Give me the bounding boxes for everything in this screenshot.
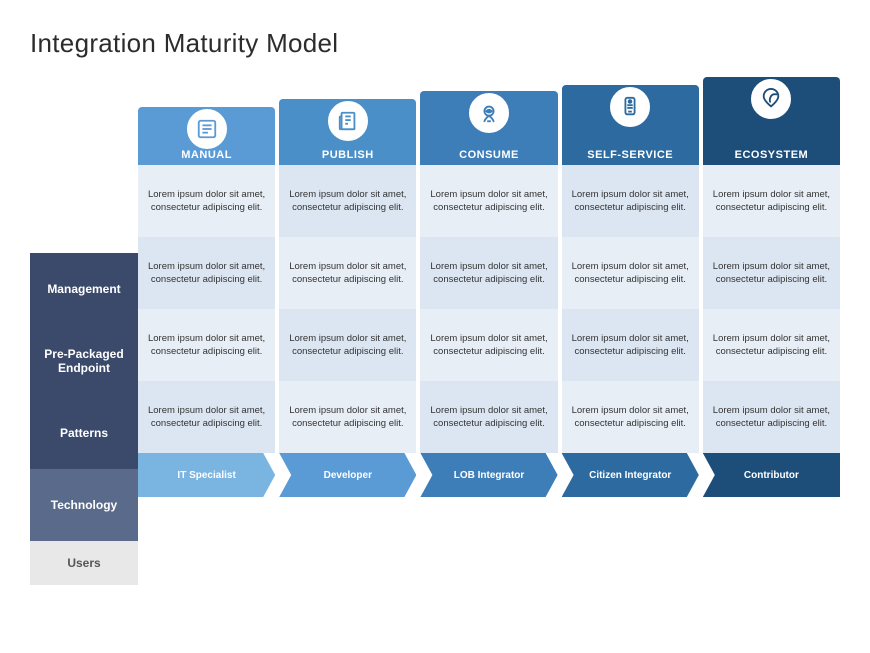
cell-management-selfservice: Lorem ipsum dolor sit amet, consectetur … [562, 165, 699, 237]
row-label-patterns: Patterns [30, 397, 138, 469]
main-content: Management Pre-Packaged Endpoint Pattern… [30, 77, 840, 585]
cell-technology-publish: Lorem ipsum dolor sit amet, consectetur … [279, 381, 416, 453]
row-label-users: Users [30, 541, 138, 585]
users-arrow-lob-integrator: LOB Integrator [420, 453, 557, 497]
cell-patterns-consume: Lorem ipsum dolor sit amet, consectetur … [420, 309, 557, 381]
cell-prepackaged-selfservice: Lorem ipsum dolor sit amet, consectetur … [562, 237, 699, 309]
col-header-consume: CONSUME [420, 91, 557, 165]
cell-technology-selfservice: Lorem ipsum dolor sit amet, consectetur … [562, 381, 699, 453]
users-row: IT Specialist Developer LOB Integrator C… [138, 453, 840, 497]
cell-patterns-manual: Lorem ipsum dolor sit amet, consectetur … [138, 309, 275, 381]
col-header-selfservice: SELF-SERVICE [562, 85, 699, 165]
publish-icon-circle [326, 99, 370, 143]
columns-area: MANUAL PUBLISH [138, 77, 840, 585]
row-label-technology: Technology [30, 469, 138, 541]
cell-management-consume: Lorem ipsum dolor sit amet, consectetur … [420, 165, 557, 237]
row-labels: Management Pre-Packaged Endpoint Pattern… [30, 165, 138, 585]
data-row-technology: Lorem ipsum dolor sit amet, consectetur … [138, 381, 840, 453]
cell-management-publish: Lorem ipsum dolor sit amet, consectetur … [279, 165, 416, 237]
data-row-management: Lorem ipsum dolor sit amet, consectetur … [138, 165, 840, 237]
page-title: Integration Maturity Model [30, 28, 840, 59]
cell-prepackaged-manual: Lorem ipsum dolor sit amet, consectetur … [138, 237, 275, 309]
cell-technology-manual: Lorem ipsum dolor sit amet, consectetur … [138, 381, 275, 453]
slide: Integration Maturity Model Management Pr… [0, 0, 870, 653]
col-header-publish: PUBLISH [279, 99, 416, 165]
users-arrow-developer: Developer [279, 453, 416, 497]
col-header-manual: MANUAL [138, 107, 275, 165]
consume-icon-circle [467, 91, 511, 135]
cell-prepackaged-consume: Lorem ipsum dolor sit amet, consectetur … [420, 237, 557, 309]
col-header-ecosystem: ECOSYSTEM [703, 77, 840, 165]
data-row-prepackaged: Lorem ipsum dolor sit amet, consectetur … [138, 237, 840, 309]
cell-patterns-ecosystem: Lorem ipsum dolor sit amet, consectetur … [703, 309, 840, 381]
selfservice-icon-circle [608, 85, 652, 129]
cell-management-ecosystem: Lorem ipsum dolor sit amet, consectetur … [703, 165, 840, 237]
data-rows: Lorem ipsum dolor sit amet, consectetur … [138, 165, 840, 453]
users-arrow-contributor: Contributor [703, 453, 840, 497]
cell-technology-consume: Lorem ipsum dolor sit amet, consectetur … [420, 381, 557, 453]
users-arrow-citizen-integrator: Citizen Integrator [562, 453, 699, 497]
cell-patterns-selfservice: Lorem ipsum dolor sit amet, consectetur … [562, 309, 699, 381]
row-label-prepackaged: Pre-Packaged Endpoint [30, 325, 138, 397]
data-row-patterns: Lorem ipsum dolor sit amet, consectetur … [138, 309, 840, 381]
manual-icon-circle [185, 107, 229, 151]
users-arrow-it-specialist: IT Specialist [138, 453, 275, 497]
cell-management-manual: Lorem ipsum dolor sit amet, consectetur … [138, 165, 275, 237]
row-label-management: Management [30, 253, 138, 325]
cell-patterns-publish: Lorem ipsum dolor sit amet, consectetur … [279, 309, 416, 381]
cell-prepackaged-ecosystem: Lorem ipsum dolor sit amet, consectetur … [703, 237, 840, 309]
cell-technology-ecosystem: Lorem ipsum dolor sit amet, consectetur … [703, 381, 840, 453]
column-headers: MANUAL PUBLISH [138, 77, 840, 165]
cell-prepackaged-publish: Lorem ipsum dolor sit amet, consectetur … [279, 237, 416, 309]
